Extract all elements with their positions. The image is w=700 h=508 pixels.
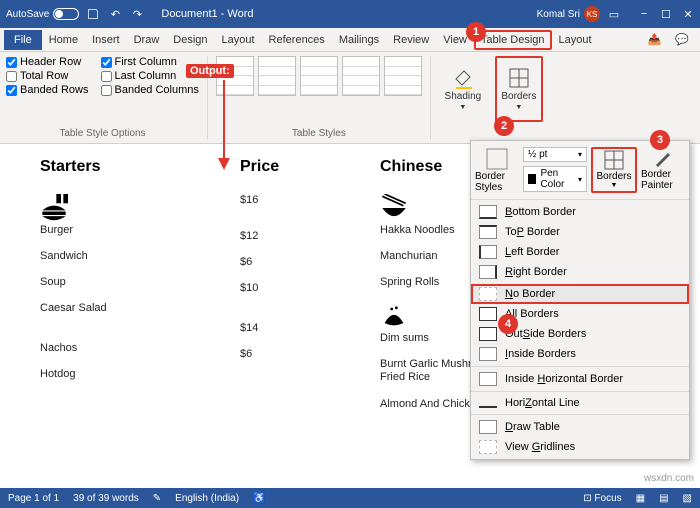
list-item: Sandwich [40, 250, 160, 262]
borders-split-button[interactable]: Borders▼ [591, 147, 637, 193]
output-annotation: Output: [186, 64, 234, 78]
menu-right-border[interactable]: Right Border [471, 262, 689, 282]
table-style-thumb[interactable] [384, 56, 422, 96]
tab-references[interactable]: References [262, 30, 332, 50]
border-styles-icon [485, 147, 509, 171]
pen-color-select[interactable]: Pen Color▾ [523, 166, 587, 192]
watermark: wsxdn.com [644, 473, 694, 484]
comments-button[interactable]: 💬 [668, 29, 696, 50]
col-header-price: Price [240, 158, 300, 176]
tab-file[interactable]: File [4, 30, 42, 50]
user-account[interactable]: Komal Sri KS [537, 6, 600, 22]
tab-design[interactable]: Design [166, 30, 214, 50]
status-bar: Page 1 of 1 39 of 39 words ✎ English (In… [0, 488, 700, 508]
language-status[interactable]: English (India) [175, 493, 239, 504]
border-styles-button[interactable]: Border Styles [475, 147, 519, 193]
menu-horizontal-line[interactable]: HoriZontal Line [471, 391, 689, 412]
menu-no-border[interactable]: No Border [471, 284, 689, 304]
annotation-badge-3: 3 [650, 130, 670, 150]
menu-view-gridlines[interactable]: View Gridlines [471, 437, 689, 457]
list-item: $12 [240, 230, 300, 242]
list-item: $6 [240, 348, 300, 360]
view-print-icon[interactable]: ▤ [659, 493, 668, 504]
shading-button[interactable]: Shading▼ [439, 56, 487, 122]
title-bar: AutoSave ↶ ↷ Document1 - Word Komal Sri … [0, 0, 700, 28]
share-button[interactable]: 📤 [641, 29, 669, 50]
check-banded-columns[interactable]: Banded Columns [101, 84, 199, 96]
document-title: Document1 - Word [161, 8, 253, 20]
borders-icon [508, 67, 530, 89]
view-web-icon[interactable]: ▧ [683, 493, 692, 504]
list-item: $6 [240, 256, 300, 268]
annotation-badge-4: 4 [498, 314, 518, 334]
menu-draw-table[interactable]: Draw Table [471, 414, 689, 437]
list-item: Caesar Salad [40, 302, 160, 314]
table-style-thumb[interactable] [342, 56, 380, 96]
check-total-row[interactable]: Total Row [6, 70, 89, 82]
check-banded-rows[interactable]: Banded Rows [6, 84, 89, 96]
border-weight-select[interactable]: ½ pt▾ [523, 147, 587, 162]
ribbon-options-icon[interactable]: ▭ [606, 6, 622, 22]
proofing-icon[interactable]: ✎ [153, 493, 161, 504]
view-read-icon[interactable]: ▦ [636, 493, 645, 504]
tab-layout2[interactable]: Layout [552, 30, 599, 50]
autosave-toggle[interactable]: AutoSave [6, 8, 79, 20]
list-item: Nachos [40, 342, 160, 354]
redo-icon[interactable]: ↷ [129, 6, 145, 22]
borders-button[interactable]: Borders▼ [495, 56, 543, 122]
group-table-style-options: Header Row First Column Total Row Last C… [6, 56, 199, 139]
ribbon-tabs: File Home Insert Draw Design Layout Refe… [0, 28, 700, 52]
check-header-row[interactable]: Header Row [6, 56, 89, 68]
list-item: Soup [40, 276, 160, 288]
dimsum-icon [380, 302, 408, 330]
minimize-button[interactable]: − [638, 8, 650, 21]
group-table-styles: Table Styles [216, 56, 422, 139]
table-style-thumb[interactable] [258, 56, 296, 96]
close-button[interactable]: ✕ [682, 8, 694, 21]
annotation-badge-2: 2 [494, 116, 514, 136]
menu-bottom-border[interactable]: Bottom Border [471, 202, 689, 222]
painter-icon [652, 147, 674, 169]
list-item: Burger [40, 194, 160, 236]
table-style-thumb[interactable] [300, 56, 338, 96]
menu-left-border[interactable]: Left Border [471, 242, 689, 262]
check-first-column[interactable]: First Column [101, 56, 199, 68]
list-item: $14 [240, 322, 300, 334]
burger-icon [40, 194, 68, 222]
maximize-button[interactable]: ☐ [660, 8, 672, 21]
save-icon[interactable] [85, 6, 101, 22]
tab-mailings[interactable]: Mailings [332, 30, 386, 50]
border-painter-button[interactable]: Border Painter [641, 147, 685, 193]
page-status[interactable]: Page 1 of 1 [8, 493, 59, 504]
borders-grid-icon [603, 149, 625, 171]
list-item: Hotdog [40, 368, 160, 380]
accessibility-icon[interactable]: ♿ [253, 493, 265, 504]
col-header-starters: Starters [40, 158, 160, 176]
list-item: $16 [240, 194, 300, 206]
ribbon: Header Row First Column Total Row Last C… [0, 52, 700, 144]
tab-review[interactable]: Review [386, 30, 436, 50]
menu-top-border[interactable]: ToP Border [471, 222, 689, 242]
annotation-badge-1: 1 [466, 22, 486, 42]
tab-home[interactable]: Home [42, 30, 85, 50]
bucket-icon [452, 67, 474, 89]
menu-inside-borders[interactable]: Inside Borders [471, 344, 689, 364]
tab-draw[interactable]: Draw [127, 30, 167, 50]
focus-mode[interactable]: ⊡ Focus [583, 493, 621, 504]
tab-layout[interactable]: Layout [215, 30, 262, 50]
menu-inside-horizontal[interactable]: Inside Horizontal Border [471, 366, 689, 389]
list-item: $10 [240, 282, 300, 294]
word-count[interactable]: 39 of 39 words [73, 493, 139, 504]
tab-insert[interactable]: Insert [85, 30, 127, 50]
arrow-annotation [218, 80, 238, 170]
undo-icon[interactable]: ↶ [107, 6, 123, 22]
noodles-icon [380, 194, 408, 222]
check-last-column[interactable]: Last Column [101, 70, 199, 82]
borders-dropdown: Border Styles ½ pt▾ Pen Color▾ Borders▼ … [470, 140, 690, 460]
